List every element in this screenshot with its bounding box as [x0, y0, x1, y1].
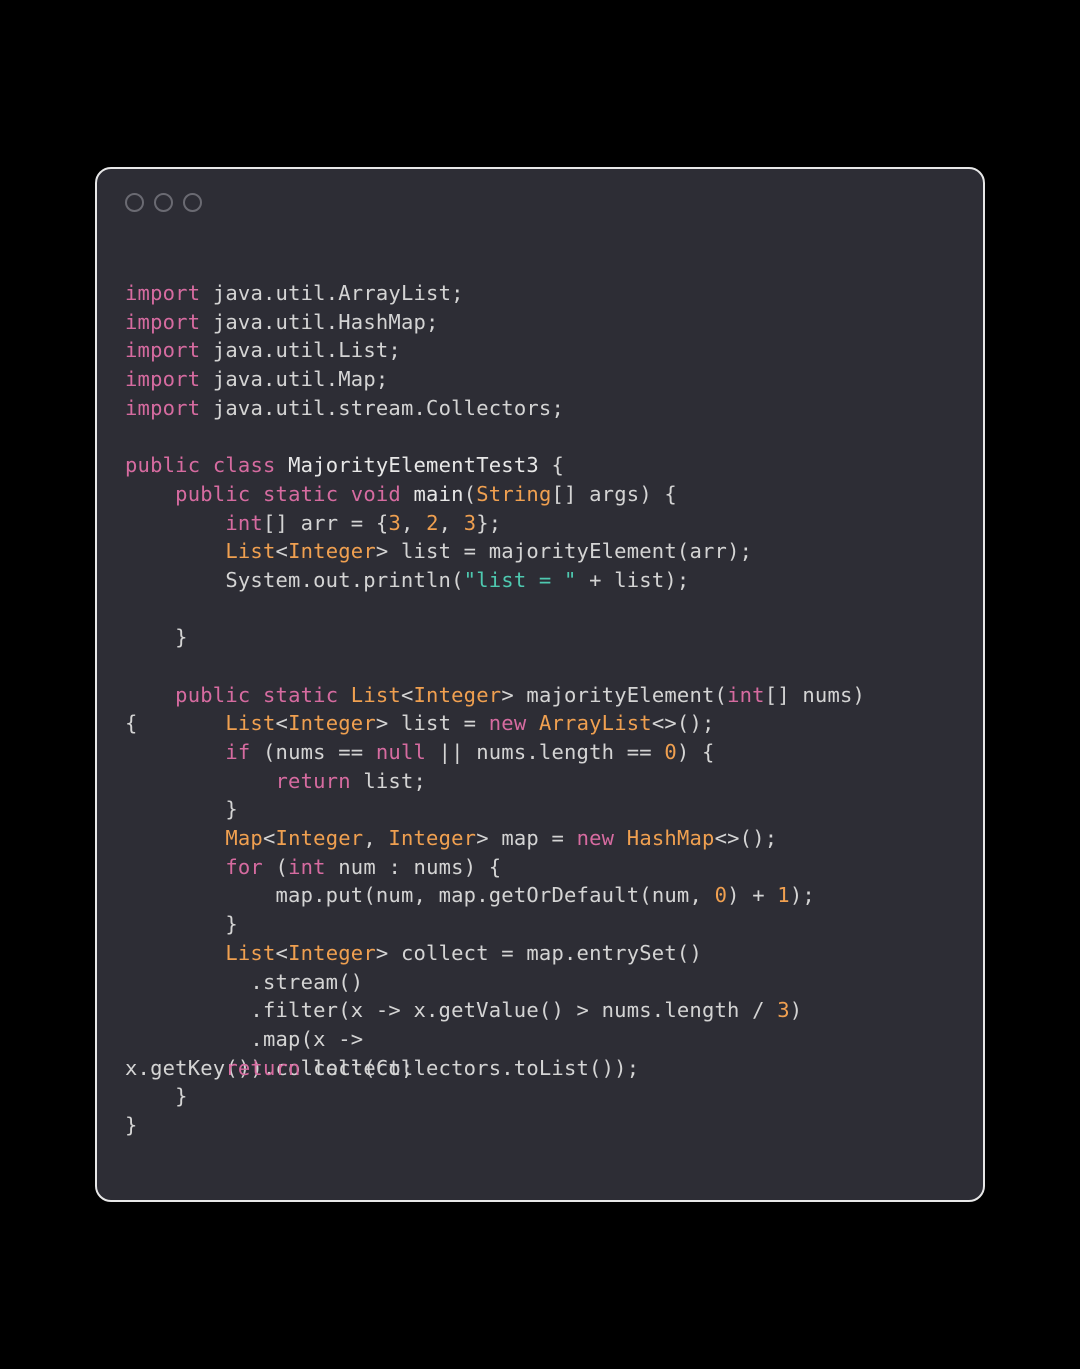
code-line: int[] arr = {3, 2, 3};: [125, 511, 501, 535]
code-line: map.put(num, map.getOrDefault(num, 0) + …: [125, 883, 815, 907]
code-line: import java.util.HashMap;: [125, 310, 439, 334]
code-editor: import java.util.ArrayList; import java.…: [97, 220, 983, 1199]
code-line: .filter(x -> x.getValue() > nums.length …: [125, 998, 802, 1022]
code-line: return list;: [125, 769, 426, 793]
code-line: import java.util.Map;: [125, 367, 388, 391]
code-line: }: [125, 1084, 188, 1108]
minimize-icon[interactable]: [154, 193, 173, 212]
code-line: List<Integer> collect = map.entrySet(): [125, 941, 702, 965]
code-line: .stream(): [125, 970, 363, 994]
code-line-overlap: x.getKey()).collect(Collectors.toList())…: [125, 1054, 639, 1083]
code-line: }: [125, 912, 238, 936]
code-line: import java.util.ArrayList;: [125, 281, 464, 305]
code-line: for (int num : nums) {: [125, 855, 501, 879]
code-line: }: [125, 797, 238, 821]
maximize-icon[interactable]: [183, 193, 202, 212]
code-line: }: [125, 1113, 138, 1137]
code-line: .map(x ->: [125, 1027, 363, 1051]
code-line: System.out.println("list = " + list);: [125, 568, 689, 592]
class-name: MajorityElementTest3: [288, 453, 539, 477]
code-line: }: [125, 625, 188, 649]
code-line: import java.util.List;: [125, 338, 401, 362]
code-window: import java.util.ArrayList; import java.…: [95, 167, 985, 1201]
titlebar: [97, 169, 983, 220]
close-icon[interactable]: [125, 193, 144, 212]
code-line: public static List<Integer> majorityElem…: [125, 683, 865, 707]
code-line: public class MajorityElementTest3 {: [125, 453, 564, 477]
code-line: { List<Integer> list = new ArrayList<>()…: [125, 711, 715, 735]
code-line: List<Integer> list = majorityElement(arr…: [125, 539, 752, 563]
code-line: public static void main(String[] args) {: [125, 482, 677, 506]
string-literal: "list = ": [464, 568, 577, 592]
code-line: if (nums == null || nums.length == 0) {: [125, 740, 715, 764]
code-line: import java.util.stream.Collectors;: [125, 396, 564, 420]
keyword-import: import: [125, 281, 200, 305]
code-line: Map<Integer, Integer> map = new HashMap<…: [125, 826, 777, 850]
